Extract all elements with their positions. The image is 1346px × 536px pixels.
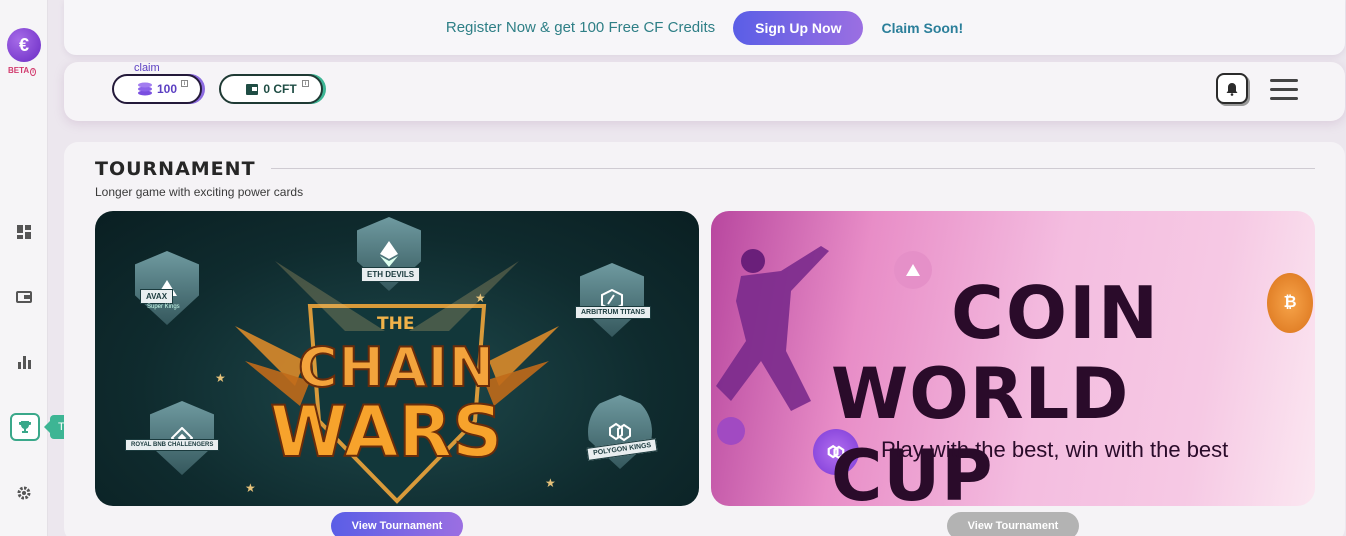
bar-chart-icon <box>18 356 31 369</box>
card-tagline: Play with the best, win with the best <box>881 437 1229 462</box>
star-icon: ★ <box>215 371 226 385</box>
divider <box>271 168 1315 169</box>
grid-icon <box>17 225 31 239</box>
view-tournament-button-1[interactable]: View Tournament <box>331 512 463 536</box>
eth-logo-icon <box>380 241 398 267</box>
notifications-button[interactable] <box>1216 73 1248 104</box>
app-logo[interactable]: € <box>7 28 41 62</box>
arbitrum-badge-label: ARBITRUM TITANS <box>575 306 652 319</box>
sidebar-item-wallet[interactable] <box>16 289 32 305</box>
menu-button[interactable] <box>1270 79 1298 101</box>
coins-value: 100 <box>156 82 178 96</box>
coins-balance-pill[interactable]: 100 i <box>112 74 202 104</box>
section-title: TOURNAMENT <box>95 158 256 180</box>
tournament-card-coin-world-cup[interactable]: ₿ COIN WORLD CUP Play with the best, win… <box>711 211 1315 506</box>
bnb-badge-label: ROYAL BNB CHALLENGERS <box>125 439 220 451</box>
sidebar-item-stats[interactable] <box>16 354 32 370</box>
polygon-logo-icon <box>609 422 631 442</box>
avax-badge-label: AVAX <box>140 289 174 304</box>
promo-banner: Register Now & get 100 Free CF Credits S… <box>64 0 1345 55</box>
bell-icon <box>1226 82 1238 96</box>
gear-icon <box>17 486 31 500</box>
claim-soon-link[interactable]: Claim Soon! <box>881 20 963 36</box>
banner-text: Register Now & get 100 Free CF Credits <box>445 19 716 36</box>
trophy-icon <box>19 421 31 433</box>
sidebar-item-settings[interactable] <box>16 485 32 501</box>
card-title-the: THE <box>377 314 415 334</box>
tournament-card-chain-wars[interactable]: AVAX Super Kings ETH DEVILS ARBITRUM TIT… <box>95 211 699 506</box>
card-title-line1: CHAIN <box>297 335 495 400</box>
coins-icon <box>137 82 152 96</box>
section-subtitle: Longer game with exciting power cards <box>95 185 304 199</box>
sidebar-item-dashboard[interactable] <box>16 224 32 240</box>
menu-icon <box>1270 79 1298 82</box>
star-icon: ★ <box>475 291 486 305</box>
top-bar: claim 100 i 0 CFT i <box>64 62 1345 121</box>
cft-value: 0 CFT <box>263 82 297 96</box>
tournament-section: TOURNAMENT Longer game with exciting pow… <box>64 142 1345 536</box>
wallet-icon <box>246 83 259 95</box>
card-title-line2: WORLD CUP <box>831 353 1130 506</box>
info-icon: i <box>302 80 309 87</box>
eth-badge-label: ETH DEVILS <box>361 267 421 282</box>
star-icon: ★ <box>545 476 556 490</box>
logo-letter: € <box>18 34 29 55</box>
info-icon: i <box>30 68 36 76</box>
sidebar: € BETA i <box>0 0 48 536</box>
beta-badge: BETA i <box>8 66 36 76</box>
star-icon: ★ <box>245 481 256 495</box>
view-tournament-button-2[interactable]: View Tournament <box>947 512 1079 536</box>
card-title-line1: COIN <box>951 271 1161 355</box>
avax-badge-sub: Super Kings <box>147 304 180 310</box>
cft-balance-pill[interactable]: 0 CFT i <box>219 74 323 104</box>
wallet-icon <box>16 291 32 303</box>
bitcoin-coin-icon: ₿ <box>1267 273 1313 333</box>
claim-label[interactable]: claim <box>134 62 160 74</box>
card-title-line2: WARS <box>269 390 504 474</box>
sidebar-item-tournaments[interactable] <box>10 413 40 441</box>
info-icon: i <box>181 80 188 87</box>
avax-coin-icon <box>894 251 932 289</box>
sign-up-button[interactable]: Sign Up Now <box>733 10 864 45</box>
